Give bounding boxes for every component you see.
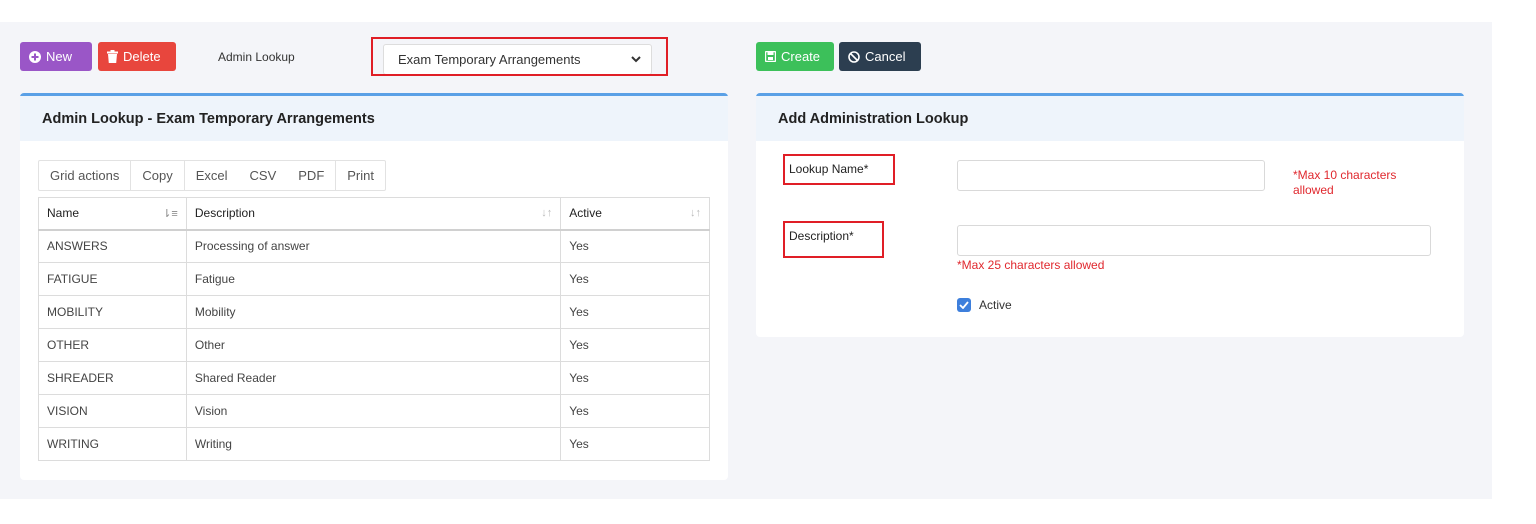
cell-active: Yes (560, 427, 710, 461)
cell-active: Yes (560, 328, 710, 362)
table-row[interactable]: WRITING Writing Yes (38, 427, 710, 461)
column-header-description-label: Description (194, 206, 255, 221)
grid-actions-label: Grid actions (39, 161, 132, 190)
table-row[interactable]: MOBILITY Mobility Yes (38, 295, 710, 329)
create-button-label: Create (781, 49, 821, 64)
chevron-down-icon (631, 56, 641, 63)
cell-active: Yes (560, 229, 710, 263)
lookup-name-label: Lookup Name* (789, 162, 869, 176)
save-icon (765, 51, 776, 62)
cell-name: FATIGUE (38, 262, 187, 296)
column-header-name[interactable]: Name ⇂≡ (38, 197, 187, 231)
cell-description: Vision (185, 394, 562, 428)
new-button[interactable]: New (20, 42, 92, 71)
cell-active: Yes (560, 361, 710, 395)
cell-active: Yes (560, 394, 710, 428)
table-row[interactable]: SHREADER Shared Reader Yes (38, 361, 710, 395)
table-row[interactable]: ANSWERS Processing of answer Yes (38, 229, 710, 263)
add-lookup-panel-title: Add Administration Lookup (756, 96, 1464, 141)
lookup-name-hint-line1: *Max 10 characters (1293, 168, 1397, 182)
lookup-name-hint-line2: allowed (1293, 183, 1334, 197)
cancel-button[interactable]: Cancel (839, 42, 921, 71)
cell-description: Shared Reader (185, 361, 562, 395)
column-header-active[interactable]: Active ↓↑ (560, 197, 710, 231)
add-lookup-panel: Add Administration Lookup (756, 93, 1464, 337)
active-checkbox-label: Active (979, 298, 1012, 312)
table-row[interactable]: FATIGUE Fatigue Yes (38, 262, 710, 296)
cell-name: ANSWERS (38, 229, 187, 263)
excel-button[interactable]: Excel (183, 161, 239, 190)
column-header-name-label: Name (47, 206, 80, 221)
active-checkbox[interactable] (957, 298, 971, 312)
lookup-name-hint: *Max 10 characters allowed (1293, 168, 1396, 198)
grid-actions-bar: Grid actions Copy Excel CSV PDF Print (38, 160, 386, 191)
cell-name: VISION (38, 394, 187, 428)
sort-ascending-icon: ⇂≡ (162, 208, 178, 220)
table-row[interactable]: VISION Vision Yes (38, 394, 710, 428)
ban-icon (848, 50, 860, 63)
description-input[interactable] (957, 225, 1431, 256)
csv-button[interactable]: CSV (239, 161, 288, 190)
new-button-label: New (46, 49, 73, 64)
lookup-type-select-value: Exam Temporary Arrangements (398, 52, 581, 67)
plus-circle-icon (29, 50, 41, 63)
lookup-type-select[interactable]: Exam Temporary Arrangements (383, 44, 652, 75)
print-button[interactable]: Print (335, 161, 385, 190)
column-header-description[interactable]: Description ↓↑ (185, 197, 562, 231)
cancel-button-label: Cancel (865, 49, 906, 64)
description-label: Description* (789, 229, 854, 243)
cell-active: Yes (560, 262, 710, 296)
cell-name: SHREADER (38, 361, 187, 395)
sort-icon: ↓↑ (690, 207, 701, 219)
lookup-list-panel-title: Admin Lookup - Exam Temporary Arrangemen… (20, 96, 728, 141)
cell-active: Yes (560, 295, 710, 329)
table-row[interactable]: OTHER Other Yes (38, 328, 710, 362)
lookup-table: Name ⇂≡ Description ↓↑ Active ↓↑ ANSWERS… (38, 197, 710, 461)
trash-icon (107, 50, 118, 63)
cell-description: Writing (185, 427, 562, 461)
create-button[interactable]: Create (756, 42, 834, 71)
cell-description: Mobility (185, 295, 562, 329)
cell-description: Fatigue (185, 262, 562, 296)
sort-icon: ↓↑ (541, 207, 553, 219)
cell-name: MOBILITY (38, 295, 187, 329)
delete-button-label: Delete (123, 49, 161, 64)
description-hint: *Max 25 characters allowed (957, 258, 1105, 272)
delete-button[interactable]: Delete (98, 42, 176, 71)
column-header-active-label: Active (569, 206, 602, 221)
cell-name: OTHER (38, 328, 187, 362)
check-icon (959, 301, 969, 309)
lookup-name-input[interactable] (957, 160, 1265, 191)
copy-button[interactable]: Copy (131, 161, 183, 190)
table-header-row: Name ⇂≡ Description ↓↑ Active ↓↑ (38, 197, 710, 231)
pdf-button[interactable]: PDF (287, 161, 335, 190)
cell-name: WRITING (38, 427, 187, 461)
admin-lookup-label: Admin Lookup (218, 50, 295, 64)
cell-description: Other (185, 328, 562, 362)
cell-description: Processing of answer (185, 229, 562, 263)
